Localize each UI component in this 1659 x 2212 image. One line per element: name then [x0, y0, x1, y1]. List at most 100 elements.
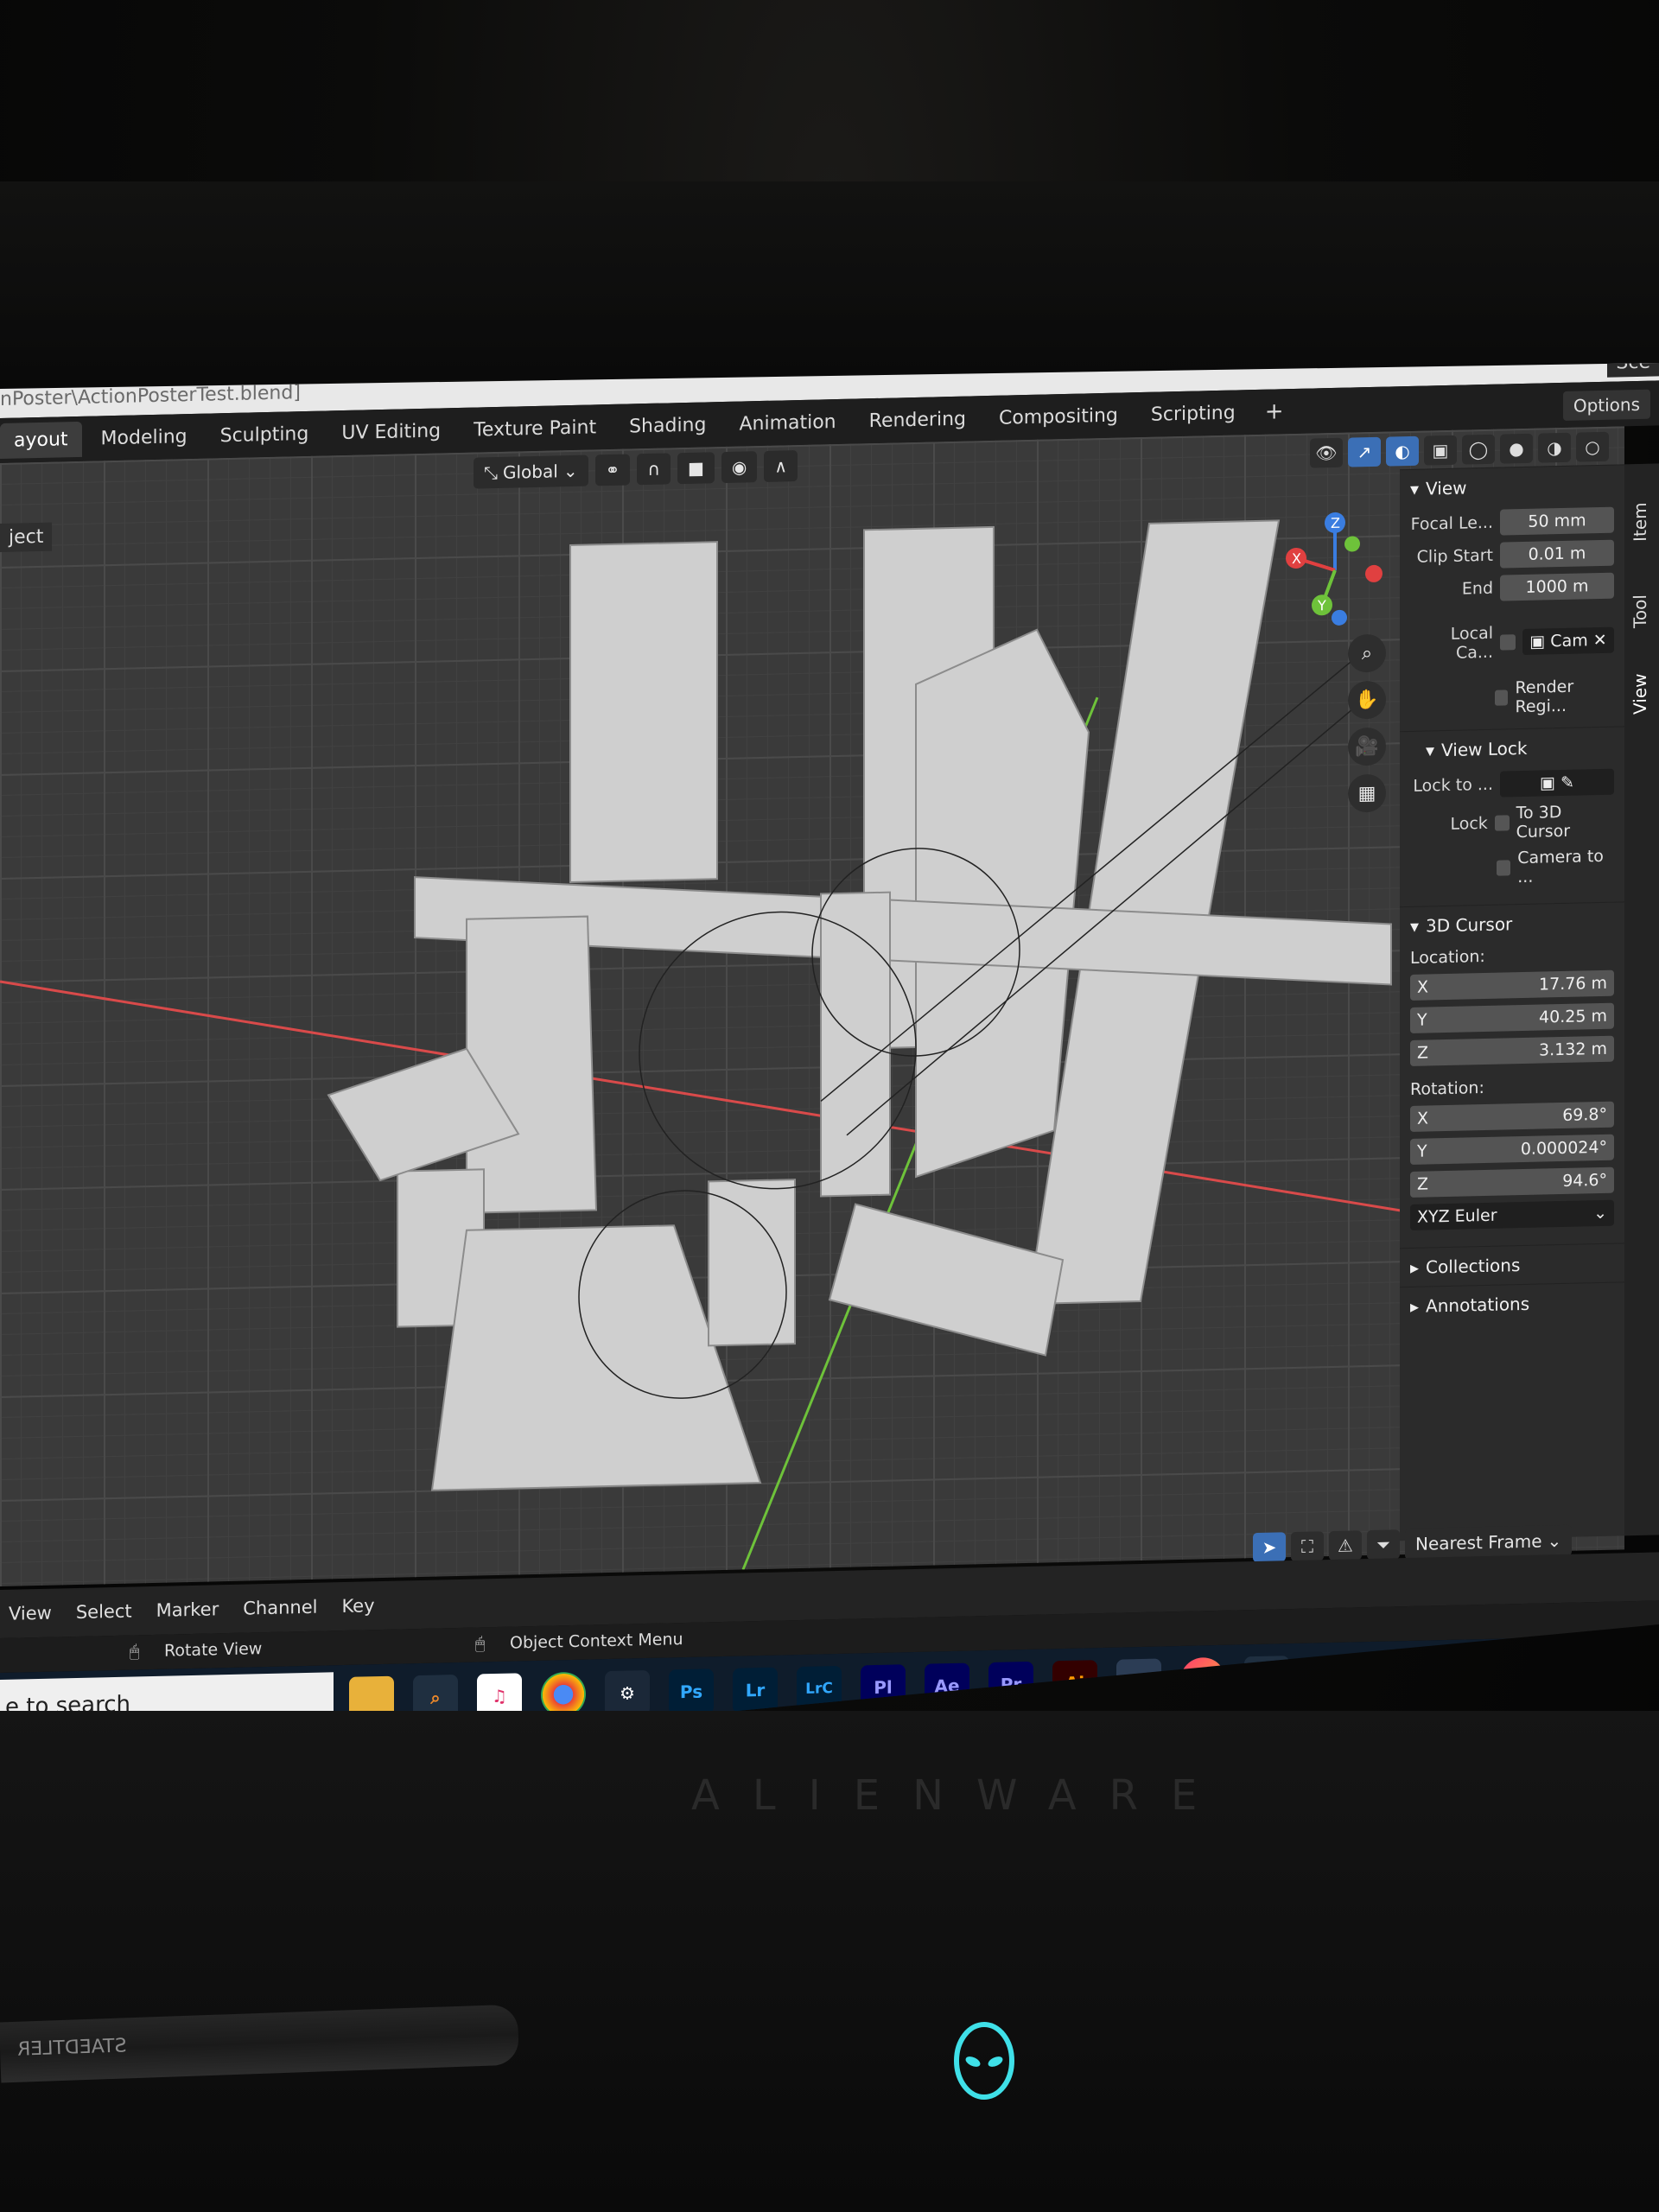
focal-length-row: Focal Le... 50 mm [1400, 503, 1624, 541]
tab-modeling[interactable]: Modeling [87, 418, 201, 456]
tab-layout[interactable]: ayout [0, 421, 82, 459]
lock-to-object-field[interactable]: ▣ ✎ [1500, 768, 1614, 798]
annotations-title: Annotations [1426, 1293, 1530, 1317]
clip-start-row: Clip Start 0.01 m [1400, 536, 1624, 574]
rot-z-axis-label: Z [1417, 1174, 1429, 1194]
tab-uv-editing[interactable]: UV Editing [327, 413, 454, 451]
focal-length-field[interactable]: 50 mm [1500, 506, 1614, 536]
timeline-menu-key[interactable]: Key [341, 1595, 374, 1617]
sidebar-tab-view[interactable]: View [1630, 673, 1650, 715]
proportional-editing-toggle[interactable]: ◉ [721, 451, 758, 484]
sidebar-tab-tool[interactable]: Tool [1630, 594, 1650, 628]
loc-y-axis-label: Y [1417, 1010, 1427, 1030]
lock-label: Lock [1450, 813, 1488, 834]
cursor-rot-y-row: Y 0.000024° [1400, 1130, 1624, 1168]
view-section-header[interactable]: ▾ View [1400, 464, 1624, 509]
material-shading-icon[interactable]: ◑ [1538, 432, 1571, 463]
tower-left [569, 541, 718, 884]
falloff-dropdown[interactable]: ∧ [764, 450, 798, 482]
overlays-icon[interactable]: ◐ [1386, 435, 1419, 467]
visibility-icon[interactable]: 👁 [1310, 437, 1343, 468]
cursor-loc-y-field[interactable]: Y 40.25 m [1410, 1002, 1614, 1033]
navigation-gizmo[interactable]: Z X Y [1270, 504, 1400, 636]
close-icon[interactable]: ✕ [1593, 631, 1607, 650]
cursor-loc-z-field[interactable]: Z 3.132 m [1410, 1035, 1614, 1066]
cursor-loc-x-field[interactable]: X 17.76 m [1410, 969, 1614, 1001]
solid-shading-icon[interactable]: ● [1500, 433, 1533, 464]
loc-y-value: 40.25 m [1539, 1006, 1607, 1027]
photoshop-icon[interactable]: Ps [669, 1669, 714, 1715]
alien-head-logo-icon [954, 2022, 1014, 2100]
add-workspace-button[interactable]: + [1255, 395, 1294, 429]
cursor-rot-y-field[interactable]: Y 0.000024° [1410, 1134, 1614, 1165]
clip-end-row: End 1000 m [1400, 569, 1624, 607]
timeline-menu-select[interactable]: Select [76, 1601, 132, 1623]
gizmo-toggle-icon[interactable]: ↗ [1348, 436, 1381, 467]
rot-x-axis-label: X [1417, 1109, 1429, 1128]
snap-toggle[interactable]: ∩ [637, 453, 671, 486]
snap-target-dropdown[interactable]: ■ [677, 452, 715, 485]
eyedropper-icon[interactable]: ✎ [1560, 773, 1574, 792]
render-region-checkbox[interactable] [1495, 690, 1509, 706]
collections-title: Collections [1426, 1255, 1521, 1278]
rotation-mode-dropdown[interactable]: XYZ Euler ⌄ [1410, 1199, 1614, 1230]
location-label: Location: [1410, 946, 1485, 968]
rot-y-value: 0.000024° [1520, 1137, 1607, 1160]
loc-z-axis-label: Z [1417, 1043, 1429, 1063]
options-dropdown[interactable]: Options [1562, 389, 1650, 421]
local-camera-label: Local Ca... [1450, 623, 1493, 663]
lock-to-label: Lock to ... [1413, 774, 1493, 796]
xray-icon[interactable]: ▣ [1424, 435, 1457, 466]
tab-texture-paint[interactable]: Texture Paint [460, 409, 610, 448]
pivot-icon: ⚭ [605, 459, 620, 481]
transform-orientation-dropdown[interactable]: ⤡ Global ⌄ [474, 454, 588, 489]
tab-shading[interactable]: Shading [615, 407, 720, 445]
snap-target-label: Nearest Frame [1415, 1530, 1542, 1554]
view-lock-header[interactable]: ▾ View Lock [1400, 726, 1624, 771]
sidebar-tab-item[interactable]: Item [1630, 502, 1650, 542]
tab-rendering[interactable]: Rendering [855, 401, 980, 439]
pivot-point-dropdown[interactable]: ⚭ [594, 454, 631, 486]
to-3d-cursor-checkbox[interactable] [1494, 815, 1510, 831]
tab-scripting[interactable]: Scripting [1137, 395, 1249, 433]
to-3d-cursor-label: To 3D Cursor [1516, 802, 1571, 842]
camera-to-view-row: Camera to ... [1400, 842, 1624, 893]
tab-animation[interactable]: Animation [725, 404, 849, 442]
render-region-label: Render Regi... [1515, 677, 1574, 717]
local-camera-checkbox[interactable] [1500, 634, 1516, 651]
tab-sculpting[interactable]: Sculpting [207, 416, 323, 454]
camera-to-view-checkbox[interactable] [1497, 860, 1511, 876]
cursor-rot-z-field[interactable]: Z 94.6° [1410, 1166, 1614, 1198]
clip-start-field[interactable]: 0.01 m [1500, 539, 1614, 569]
lock-cursor-row: Lock To 3D Cursor [1400, 798, 1624, 848]
clip-end-field[interactable]: 1000 m [1500, 572, 1614, 601]
rotation-label: Rotation: [1410, 1078, 1484, 1099]
timeline-menu-view[interactable]: View [9, 1603, 52, 1624]
tab-compositing[interactable]: Compositing [985, 397, 1132, 436]
select-cursor-icon[interactable]: ➤ [1253, 1532, 1286, 1563]
city-model [327, 519, 1392, 1491]
frame-icon[interactable]: ⛶ [1291, 1531, 1324, 1562]
orientation-label: Global [503, 461, 558, 483]
3d-cursor-header[interactable]: ▾ 3D Cursor [1400, 901, 1624, 946]
local-camera-row: Local Ca... ▣ Cam ✕ [1400, 617, 1624, 667]
scene-selector[interactable]: Sce [1607, 363, 1659, 378]
warning-icon[interactable]: ⚠ [1329, 1530, 1362, 1561]
filter-icon[interactable]: ⏷ [1367, 1529, 1400, 1560]
timeline-menu-marker[interactable]: Marker [156, 1599, 219, 1621]
magnet-icon: ∩ [647, 458, 660, 480]
clip-start-label: Clip Start [1416, 545, 1493, 567]
view-section-title: View [1426, 477, 1467, 499]
steam-icon[interactable]: ⚙ [605, 1669, 650, 1717]
collections-header[interactable]: ▸ Collections [1400, 1243, 1624, 1287]
wireframe-shading-icon[interactable]: ◯ [1462, 434, 1495, 465]
camera-to-view-label: Camera to ... [1517, 846, 1604, 887]
camera-field[interactable]: ▣ Cam ✕ [1522, 626, 1614, 656]
timeline-menu-channel[interactable]: Channel [243, 1597, 317, 1619]
rendered-shading-icon[interactable]: ○ [1576, 431, 1609, 462]
cursor-rot-x-field[interactable]: X 69.8° [1410, 1101, 1614, 1132]
lightroom-icon[interactable]: Lr [733, 1667, 778, 1713]
viewport-mode-label[interactable]: ject [0, 522, 53, 552]
annotations-header[interactable]: ▸ Annotations [1400, 1281, 1624, 1326]
building-left [466, 915, 598, 1214]
